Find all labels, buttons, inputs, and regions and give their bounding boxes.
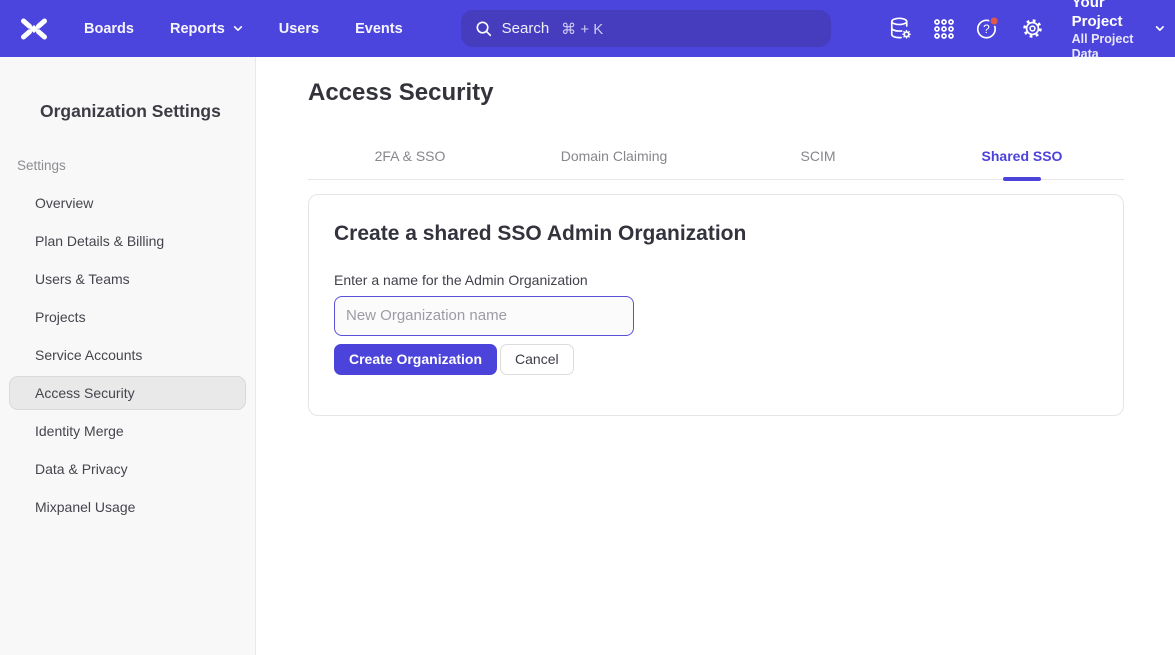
nav-item[interactable]: Reports <box>170 21 243 37</box>
org-name-input[interactable] <box>334 296 634 336</box>
sidebar-item[interactable]: Mixpanel Usage <box>9 490 246 524</box>
nav-item[interactable]: Users <box>279 21 319 37</box>
create-organization-button[interactable]: Create Organization <box>334 344 497 375</box>
project-switcher[interactable]: Your Project All Project Data <box>1072 0 1165 63</box>
project-name: Your Project <box>1072 0 1141 32</box>
search-shortcut: ⌘ + K <box>561 20 603 38</box>
nav-item-label: Users <box>279 21 319 37</box>
apps-grid-icon[interactable] <box>932 14 956 44</box>
sidebar-item[interactable]: Overview <box>9 186 246 220</box>
org-name-field-label: Enter a name for the Admin Organization <box>334 272 1098 288</box>
nav-right: ? Your Project All Project Data <box>887 0 1165 63</box>
tab[interactable]: SCIM <box>716 132 920 179</box>
nav-item-label: Events <box>355 21 403 37</box>
mixpanel-logo[interactable] <box>18 15 50 43</box>
chevron-down-icon <box>1155 24 1165 33</box>
sidebar-item[interactable]: Plan Details & Billing <box>9 224 246 258</box>
sidebar-title: Organization Settings <box>40 101 255 121</box>
nav-item-label: Reports <box>170 21 225 37</box>
search-icon <box>474 19 493 38</box>
tab[interactable]: 2FA & SSO <box>308 132 512 179</box>
data-management-icon[interactable] <box>887 14 914 44</box>
sidebar-item[interactable]: Service Accounts <box>9 338 246 372</box>
sidebar-items: Overview Plan Details & Billing Users & Te… <box>0 186 255 524</box>
sidebar-item[interactable]: Access Security <box>9 376 246 410</box>
mixpanel-logo-icon <box>18 15 50 43</box>
nav-item[interactable]: Boards <box>84 21 134 37</box>
settings-gear-icon[interactable] <box>1019 14 1046 44</box>
nav-item-label: Boards <box>84 21 134 37</box>
nav-items: Boards Reports Users Events <box>84 21 439 37</box>
page-title: Access Security <box>308 79 1124 107</box>
sidebar-section-label: Settings <box>17 158 255 173</box>
search-input[interactable]: Search ⌘ + K <box>461 10 831 47</box>
nav-item[interactable]: Events <box>355 21 403 37</box>
tab[interactable]: Shared SSO <box>920 132 1124 179</box>
sidebar-item[interactable]: Data & Privacy <box>9 452 246 486</box>
project-text: Your Project All Project Data <box>1072 0 1141 63</box>
help-icon[interactable]: ? <box>974 14 1001 44</box>
create-sso-org-card: Create a shared SSO Admin Organization E… <box>308 194 1124 416</box>
search-placeholder: Search <box>502 20 550 37</box>
sidebar: Organization Settings Settings Overview P… <box>0 57 256 655</box>
sidebar-item[interactable]: Users & Teams <box>9 262 246 296</box>
cancel-button[interactable]: Cancel <box>500 344 574 375</box>
sidebar-item[interactable]: Projects <box>9 300 246 334</box>
tab[interactable]: Domain Claiming <box>512 132 716 179</box>
svg-text:?: ? <box>983 22 990 36</box>
notification-dot <box>990 17 999 26</box>
sidebar-item[interactable]: Identity Merge <box>9 414 246 448</box>
top-navbar: Boards Reports Users Events Search ⌘ + K <box>0 0 1175 57</box>
chevron-down-icon <box>233 25 243 32</box>
button-row: Create Organization Cancel <box>334 344 1098 375</box>
main-content: Access Security 2FA & SSODomain Claiming… <box>256 57 1175 655</box>
tabs: 2FA & SSODomain ClaimingSCIMShared SSO <box>308 132 1124 180</box>
card-title: Create a shared SSO Admin Organization <box>334 221 1098 246</box>
